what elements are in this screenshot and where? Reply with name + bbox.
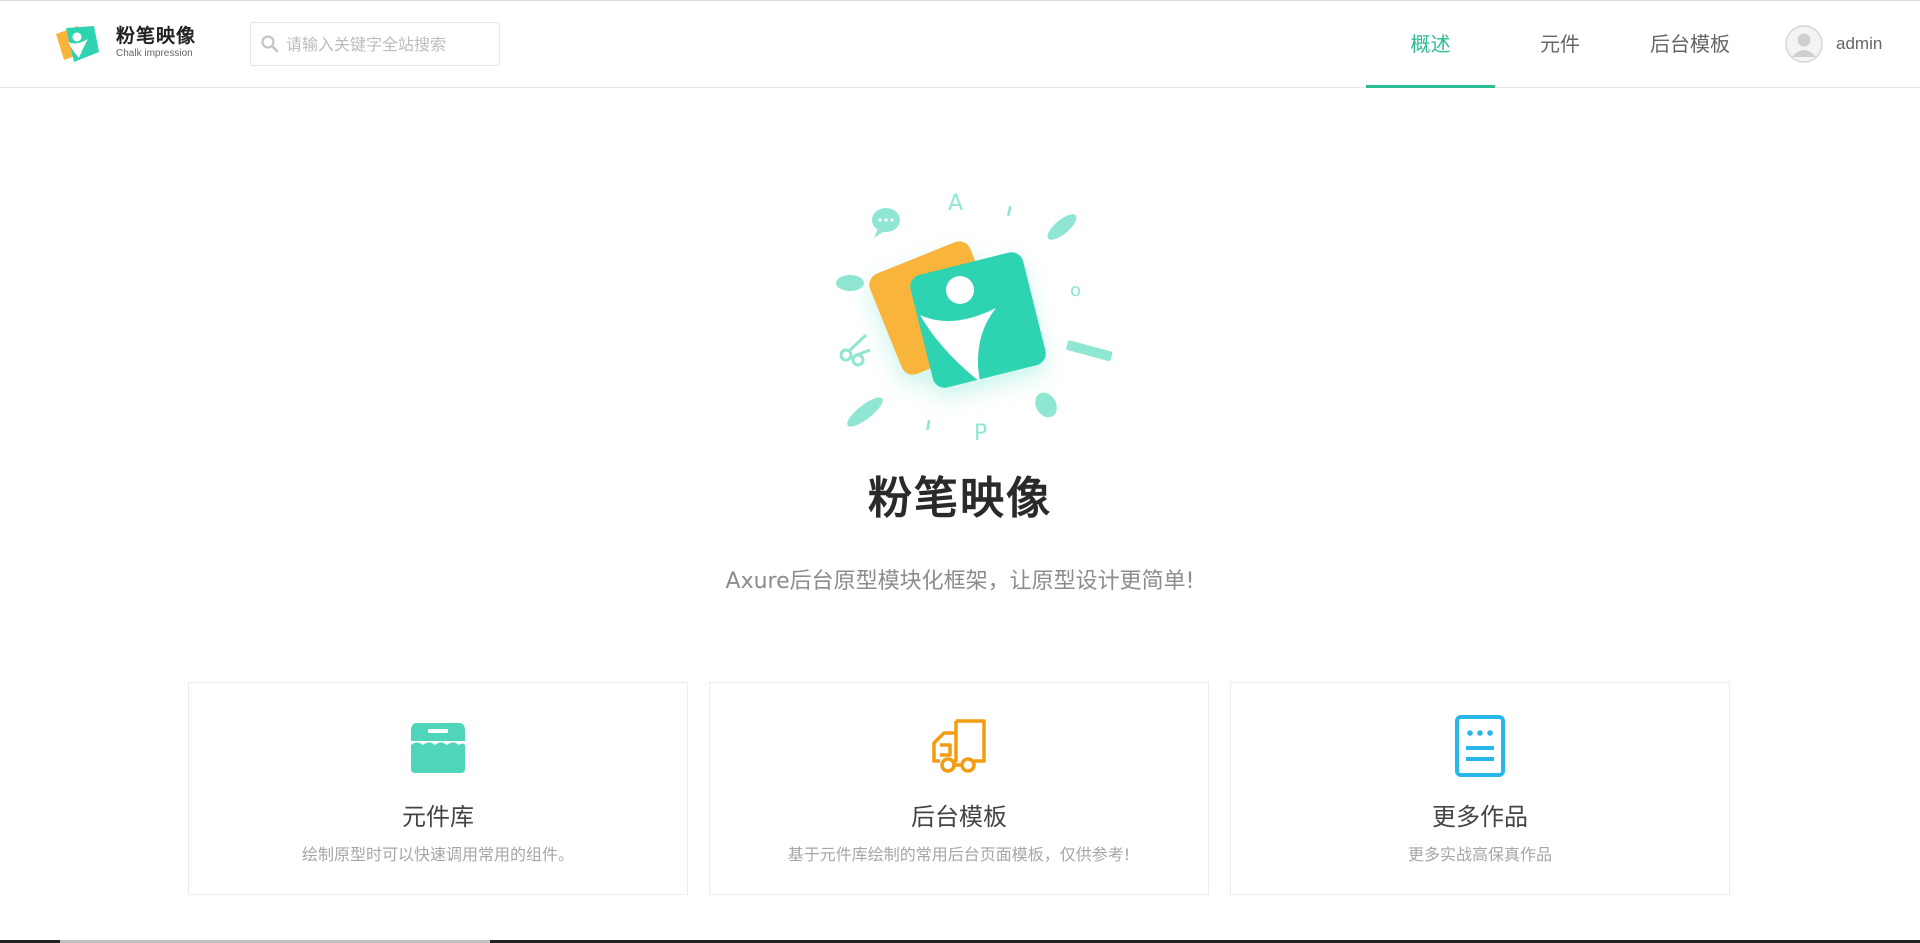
brand-logo[interactable]: 粉笔映像 Chalk impression <box>52 20 196 66</box>
card-title: 更多作品 <box>1432 803 1528 831</box>
card-description: 绘制原型时可以快速调用常用的组件。 <box>301 845 574 864</box>
nav-tab-components[interactable]: 元件 <box>1520 0 1600 88</box>
top-header: 粉笔映像 Chalk impression 概述 元件 后台模板 admin <box>0 0 1920 88</box>
brand-name: 粉笔映像 <box>116 25 197 47</box>
search-input[interactable] <box>284 33 488 55</box>
document-icon <box>1455 715 1505 777</box>
nav-tab-label: 元件 <box>1540 32 1580 56</box>
nav-tab-admin-templates[interactable]: 后台模板 <box>1640 0 1740 88</box>
top-border <box>0 0 1920 1</box>
card-description: 更多实战高保真作品 <box>1407 845 1552 864</box>
nav-tab-label: 后台模板 <box>1650 32 1730 56</box>
speech-bubble-icon <box>872 208 900 238</box>
ruler-icon <box>1066 340 1113 362</box>
logo-mark <box>869 241 1046 388</box>
brand-subtitle: Chalk impression <box>116 48 193 59</box>
search-icon <box>261 35 279 53</box>
avatar-icon <box>1785 25 1823 63</box>
card-description: 基于元件库绘制的常用后台页面模板，仅供参考! <box>787 845 1131 864</box>
active-tab-indicator <box>1366 85 1495 88</box>
hero-illustration: A o P <box>836 191 1113 446</box>
decor-letter-o: o <box>1070 280 1081 301</box>
card-title: 后台模板 <box>911 803 1007 831</box>
card-title: 元件库 <box>402 803 474 831</box>
logo-icon <box>56 26 99 62</box>
store-icon <box>411 723 465 773</box>
hero-title: 粉笔映像 <box>868 473 1052 524</box>
card-component-library[interactable]: 元件库 绘制原型时可以快速调用常用的组件。 <box>188 682 688 895</box>
decor-letter-p: P <box>974 421 987 446</box>
scissors-icon <box>839 333 871 367</box>
card-admin-templates[interactable]: 后台模板 基于元件库绘制的常用后台页面模板，仅供参考! <box>709 682 1209 895</box>
nav-tab-label: 概述 <box>1410 32 1451 56</box>
nav-tab-overview[interactable]: 概述 <box>1366 0 1495 88</box>
user-menu[interactable]: admin <box>1785 24 1882 64</box>
search-box[interactable] <box>250 22 500 66</box>
truck-icon <box>932 719 986 773</box>
hero-subtitle: Axure后台原型模块化框架，让原型设计更简单! <box>725 569 1195 594</box>
card-more-works[interactable]: 更多作品 更多实战高保真作品 <box>1230 682 1730 895</box>
decor-letter-a: A <box>948 191 963 216</box>
user-name: admin <box>1836 34 1883 53</box>
